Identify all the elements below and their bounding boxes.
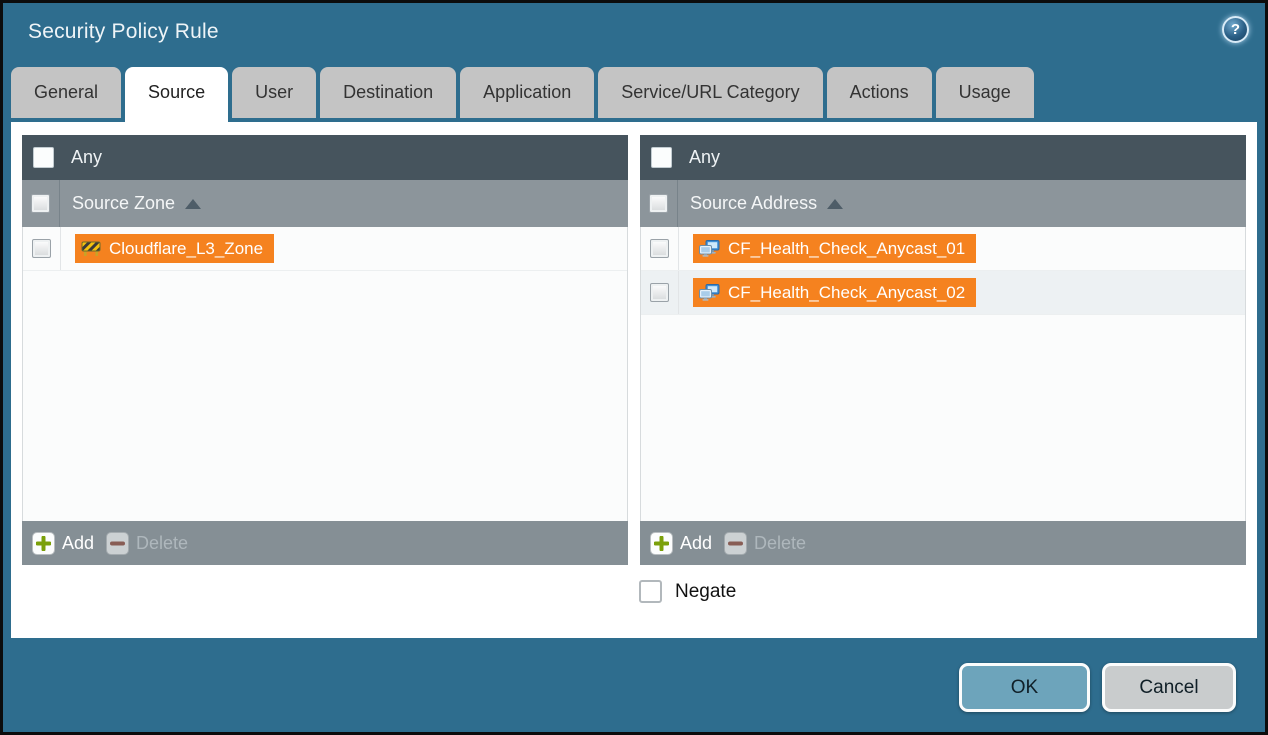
row-checkbox[interactable] <box>32 239 51 258</box>
source-address-toolbar: Add Delete <box>640 521 1246 565</box>
tab-content-source: Any Source Zone <box>11 122 1257 638</box>
tab-strip: General Source User Destination Applicat… <box>3 61 1265 122</box>
tab-usage[interactable]: Usage <box>936 67 1034 118</box>
source-zone-column-header: Source Zone <box>22 180 628 227</box>
source-zone-panel: Any Source Zone <box>22 135 628 565</box>
row-checkbox[interactable] <box>650 239 669 258</box>
tab-destination[interactable]: Destination <box>320 67 456 118</box>
address-object[interactable]: CF_Health_Check_Anycast_02 <box>693 278 976 307</box>
add-button-label: Add <box>62 533 94 554</box>
delete-button[interactable]: Delete <box>724 532 806 555</box>
sort-ascending-icon[interactable] <box>185 199 201 209</box>
address-icon <box>699 284 720 301</box>
ok-button[interactable]: OK <box>959 663 1090 712</box>
help-icon[interactable]: ? <box>1222 16 1249 43</box>
tab-application[interactable]: Application <box>460 67 594 118</box>
source-zone-select-all-checkbox[interactable] <box>31 194 50 213</box>
security-policy-rule-dialog: Security Policy Rule ? General Source Us… <box>0 0 1268 735</box>
table-row[interactable]: CF_Health_Check_Anycast_02 <box>641 271 1245 315</box>
tab-service-url-category[interactable]: Service/URL Category <box>598 67 822 118</box>
row-checkbox-cell <box>641 227 679 270</box>
source-address-column-header: Source Address <box>640 180 1246 227</box>
negate-checkbox[interactable] <box>639 580 662 603</box>
source-zone-toolbar: Add Delete <box>22 521 628 565</box>
tab-user[interactable]: User <box>232 67 316 118</box>
source-zone-column-title[interactable]: Source Zone <box>72 193 175 214</box>
delete-button-label: Delete <box>754 533 806 554</box>
source-zone-any-bar: Any <box>22 135 628 180</box>
row-checkbox-cell <box>641 271 679 314</box>
add-button[interactable]: Add <box>650 532 712 555</box>
tab-source[interactable]: Source <box>125 67 228 122</box>
source-address-any-checkbox[interactable] <box>651 147 672 168</box>
source-zone-any-checkbox[interactable] <box>33 147 54 168</box>
source-address-list: CF_Health_Check_Anycast_01 <box>640 227 1246 521</box>
source-address-panel: Any Source Address <box>640 135 1246 565</box>
delete-button[interactable]: Delete <box>106 532 188 555</box>
tab-general[interactable]: General <box>11 67 121 118</box>
source-zone-any-label: Any <box>71 147 102 168</box>
minus-icon <box>724 532 747 555</box>
zone-icon <box>81 240 101 257</box>
address-object-label: CF_Health_Check_Anycast_02 <box>728 283 965 303</box>
table-row[interactable]: Cloudflare_L3_Zone <box>23 227 627 271</box>
zone-object-label: Cloudflare_L3_Zone <box>109 239 263 259</box>
zone-object[interactable]: Cloudflare_L3_Zone <box>75 234 274 263</box>
row-checkbox-cell <box>23 227 61 270</box>
address-object-label: CF_Health_Check_Anycast_01 <box>728 239 965 259</box>
address-object[interactable]: CF_Health_Check_Anycast_01 <box>693 234 976 263</box>
add-button[interactable]: Add <box>32 532 94 555</box>
select-all-cell <box>22 180 60 227</box>
panels-row: Any Source Zone <box>22 135 1246 565</box>
dialog-titlebar: Security Policy Rule ? <box>3 3 1265 61</box>
negate-row: Negate <box>639 580 1246 603</box>
minus-icon <box>106 532 129 555</box>
sort-ascending-icon[interactable] <box>827 199 843 209</box>
select-all-cell <box>640 180 678 227</box>
source-address-any-bar: Any <box>640 135 1246 180</box>
plus-icon <box>650 532 673 555</box>
source-zone-list: Cloudflare_L3_Zone <box>22 227 628 521</box>
negate-label: Negate <box>675 581 736 603</box>
source-address-select-all-checkbox[interactable] <box>649 194 668 213</box>
add-button-label: Add <box>680 533 712 554</box>
delete-button-label: Delete <box>136 533 188 554</box>
dialog-title: Security Policy Rule <box>28 20 219 44</box>
source-address-any-label: Any <box>689 147 720 168</box>
cancel-button[interactable]: Cancel <box>1102 663 1236 712</box>
address-icon <box>699 240 720 257</box>
dialog-footer: OK Cancel <box>3 638 1265 732</box>
tab-actions[interactable]: Actions <box>827 67 932 118</box>
table-row[interactable]: CF_Health_Check_Anycast_01 <box>641 227 1245 271</box>
row-checkbox[interactable] <box>650 283 669 302</box>
source-address-column-title[interactable]: Source Address <box>690 193 817 214</box>
plus-icon <box>32 532 55 555</box>
help-glyph: ? <box>1231 21 1240 38</box>
